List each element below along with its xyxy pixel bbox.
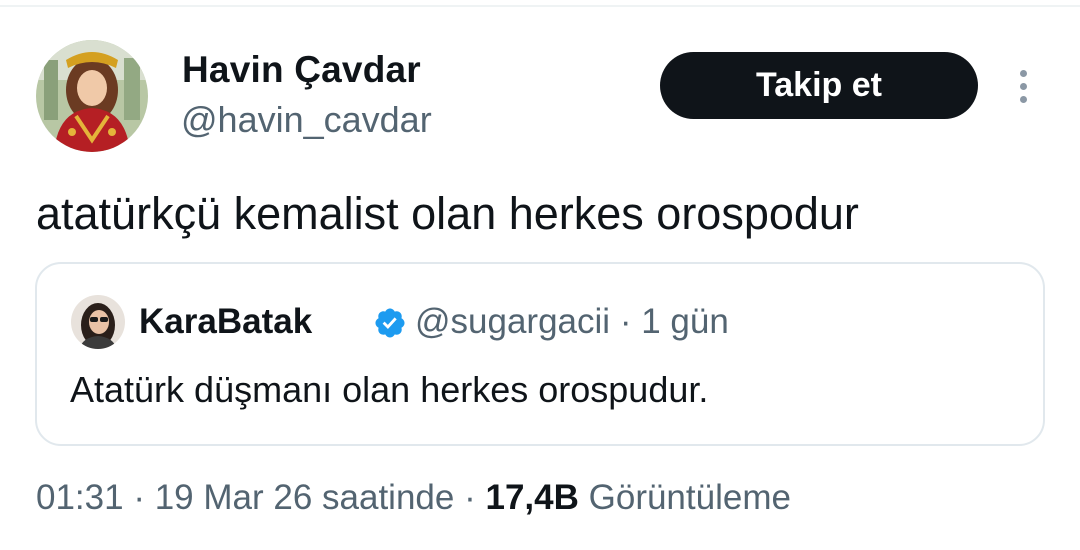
author-handle[interactable]: @havin_cavdar <box>181 98 432 142</box>
top-divider <box>0 5 1080 7</box>
tweet-text: atatürkçü kemalist olan herkes orospodur <box>36 188 859 239</box>
more-dot <box>1019 69 1027 77</box>
verified-badge-icon <box>375 308 405 338</box>
more-vertical-icon[interactable] <box>1008 64 1038 108</box>
quoted-tweet-card[interactable]: KaraBatak @sugargacii · 1 gün Atatürk dü… <box>35 262 1045 446</box>
views-count: 17,4B <box>485 478 579 517</box>
views-label: Görüntüleme <box>588 478 791 517</box>
author-avatar[interactable] <box>36 40 148 152</box>
tweet-date[interactable]: 19 Mar 26 saatinde <box>155 478 455 517</box>
footer-separator: · <box>133 478 145 517</box>
more-dot <box>1019 82 1027 90</box>
footer-separator: · <box>464 478 476 517</box>
quoted-author-display-name[interactable]: KaraBatak <box>139 300 312 344</box>
quoted-tweet-text: Atatürk düşmanı olan herkes orospudur. <box>70 369 709 410</box>
quoted-author-handle[interactable]: @sugargacii <box>415 302 610 341</box>
quoted-tweet-meta: @sugargacii · 1 gün <box>415 300 729 344</box>
tweet-time[interactable]: 01:31 <box>36 478 124 517</box>
quoted-tweet-time[interactable]: 1 gün <box>641 302 729 341</box>
profile-photo-icon <box>71 295 125 349</box>
author-display-name[interactable]: Havin Çavdar <box>182 48 421 92</box>
tweet-footer: 01:31 · 19 Mar 26 saatinde · 17,4B Görün… <box>36 476 791 520</box>
profile-photo-icon <box>36 40 148 152</box>
follow-button[interactable]: Takip et <box>660 52 978 119</box>
meta-separator: · <box>619 302 632 341</box>
quoted-author-avatar[interactable] <box>71 295 125 349</box>
more-dot <box>1019 95 1027 103</box>
